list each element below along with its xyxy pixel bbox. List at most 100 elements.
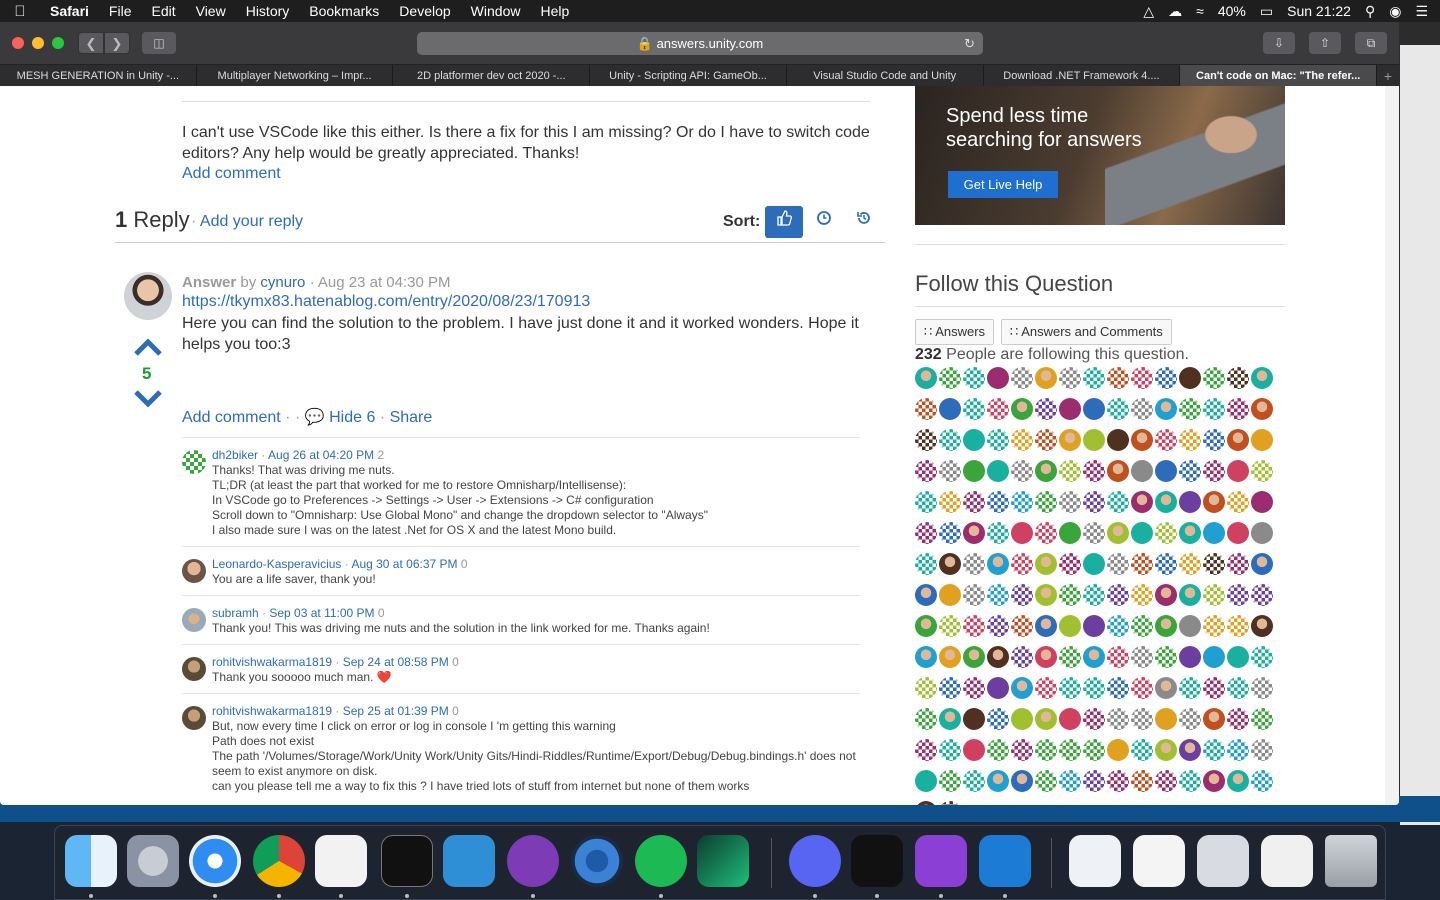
follower-avatar[interactable] <box>1203 429 1225 451</box>
answer-author-avatar[interactable] <box>124 272 172 320</box>
sort-oldest-button[interactable] <box>845 206 883 238</box>
page-scrollbar[interactable] <box>1385 86 1399 805</box>
follower-avatar[interactable] <box>1083 739 1105 761</box>
clock[interactable]: Sun 21:22 <box>1287 3 1351 19</box>
comment-user-link[interactable]: dh2biker <box>212 448 258 462</box>
follower-avatar[interactable] <box>1251 615 1273 637</box>
follower-avatar[interactable] <box>963 584 985 606</box>
follower-avatar[interactable] <box>1227 615 1249 637</box>
follower-avatar[interactable] <box>1227 491 1249 513</box>
follower-avatar[interactable] <box>939 522 961 544</box>
brackets-icon[interactable] <box>443 835 495 887</box>
follower-avatar[interactable] <box>1035 770 1057 792</box>
follower-avatar[interactable] <box>1251 584 1273 606</box>
follower-avatar[interactable] <box>1011 553 1033 575</box>
github-desktop-icon[interactable] <box>507 835 559 887</box>
follower-avatar[interactable] <box>1011 398 1033 420</box>
wifi-icon[interactable]: ≈ <box>1196 3 1204 19</box>
follower-avatar[interactable] <box>1011 522 1033 544</box>
follow-answers-button[interactable]: ∷ Answers <box>915 319 995 345</box>
sort-newest-button[interactable] <box>805 206 843 238</box>
follower-avatar[interactable] <box>1227 367 1249 389</box>
address-bar[interactable]: 🔒 answers.unity.com ↻ <box>417 32 983 55</box>
follower-avatar[interactable] <box>1107 615 1129 637</box>
follower-avatar[interactable] <box>1083 522 1105 544</box>
follower-avatar[interactable] <box>1131 770 1153 792</box>
comment-avatar[interactable] <box>182 559 206 583</box>
follower-avatar[interactable] <box>1035 646 1057 668</box>
follower-avatar[interactable] <box>1083 491 1105 513</box>
follower-avatar[interactable] <box>1083 553 1105 575</box>
tab-cant-code-on-mac[interactable]: Can't code on Mac: "The refer... <box>1180 65 1378 87</box>
follower-avatar[interactable] <box>1083 615 1105 637</box>
follower-avatar[interactable] <box>987 615 1009 637</box>
follower-avatar[interactable] <box>939 739 961 761</box>
follower-avatar[interactable] <box>915 677 937 699</box>
follower-avatar[interactable] <box>1059 739 1081 761</box>
follower-avatar[interactable] <box>1035 367 1057 389</box>
follower-avatar[interactable] <box>1011 739 1033 761</box>
follower-avatar[interactable] <box>1179 429 1201 451</box>
follower-avatar[interactable] <box>1131 398 1153 420</box>
follower-avatar[interactable] <box>1107 429 1129 451</box>
follower-avatar[interactable] <box>1251 739 1273 761</box>
follower-avatar[interactable] <box>1011 677 1033 699</box>
follower-avatar[interactable] <box>1251 553 1273 575</box>
follower-avatar[interactable] <box>1155 646 1177 668</box>
spotlight-icon[interactable]: ⚲ <box>1365 3 1375 20</box>
follower-avatar[interactable] <box>1179 522 1201 544</box>
launchpad-icon[interactable] <box>127 835 179 887</box>
comment-avatar[interactable] <box>182 608 206 632</box>
follower-avatar[interactable] <box>1179 739 1201 761</box>
follower-avatar[interactable] <box>1059 584 1081 606</box>
follower-avatar[interactable] <box>915 367 937 389</box>
follower-avatar[interactable] <box>915 739 937 761</box>
follower-avatar[interactable] <box>1083 708 1105 730</box>
add-reply-link[interactable]: Add your reply <box>200 213 303 230</box>
share-button[interactable]: ⇧ <box>1309 32 1341 54</box>
follower-avatar[interactable] <box>987 677 1009 699</box>
comment-user-link[interactable]: rohitvishwakarma1819 <box>212 704 332 718</box>
follower-avatar[interactable] <box>1203 553 1225 575</box>
follower-avatar[interactable] <box>963 739 985 761</box>
follower-avatar[interactable] <box>1059 367 1081 389</box>
follower-avatar[interactable] <box>1059 398 1081 420</box>
follower-avatar[interactable] <box>939 646 961 668</box>
follower-avatar[interactable] <box>987 646 1009 668</box>
follower-avatar[interactable] <box>963 491 985 513</box>
menu-edit[interactable]: Edit <box>141 3 185 19</box>
follower-avatar[interactable] <box>1227 584 1249 606</box>
follower-avatar[interactable] <box>1203 522 1225 544</box>
follower-avatar[interactable] <box>1083 367 1105 389</box>
follower-avatar[interactable] <box>915 429 937 451</box>
follower-avatar[interactable] <box>939 801 961 805</box>
follower-avatar[interactable] <box>1155 739 1177 761</box>
follower-avatar[interactable] <box>1131 491 1153 513</box>
follower-avatar[interactable] <box>1227 708 1249 730</box>
siri-icon[interactable]: ◉ <box>1389 3 1401 20</box>
follower-avatar[interactable] <box>915 770 937 792</box>
follower-avatar[interactable] <box>987 553 1009 575</box>
follower-avatar[interactable] <box>1251 770 1273 792</box>
vscode-icon[interactable] <box>979 835 1031 887</box>
follower-avatar[interactable] <box>1227 553 1249 575</box>
follower-avatar[interactable] <box>1251 708 1273 730</box>
follower-avatar[interactable] <box>1131 584 1153 606</box>
follower-avatar[interactable] <box>1203 677 1225 699</box>
follower-avatar[interactable] <box>1203 398 1225 420</box>
follower-avatar[interactable] <box>1155 522 1177 544</box>
tab-multiplayer-networking[interactable]: Multiplayer Networking – Impr... <box>197 65 394 87</box>
follower-avatar[interactable] <box>963 398 985 420</box>
finder-icon[interactable] <box>65 835 117 887</box>
follower-avatar[interactable] <box>939 677 961 699</box>
follower-avatar[interactable] <box>915 801 937 805</box>
follower-avatar[interactable] <box>1179 553 1201 575</box>
follower-avatar[interactable] <box>1179 398 1201 420</box>
follower-avatar[interactable] <box>915 615 937 637</box>
follower-avatar[interactable] <box>1035 460 1057 482</box>
follower-avatar[interactable] <box>939 398 961 420</box>
reload-icon[interactable]: ↻ <box>964 32 975 55</box>
follower-avatar[interactable] <box>1251 367 1273 389</box>
follower-avatar[interactable] <box>1155 553 1177 575</box>
follower-avatar[interactable] <box>939 615 961 637</box>
